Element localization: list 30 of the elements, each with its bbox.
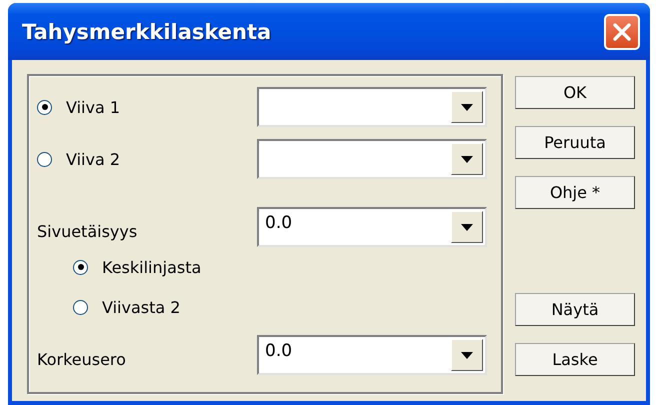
radio-button[interactable]	[37, 152, 52, 166]
dropdown-button[interactable]	[451, 91, 483, 123]
field-label: Sivuetäisyys	[37, 220, 138, 240]
dropdown-field[interactable]: 0.0	[257, 207, 487, 247]
dropdown-button[interactable]	[451, 211, 483, 243]
caret-icon	[461, 156, 473, 162]
dialog-button[interactable]: Ohje *	[515, 176, 635, 209]
radio-label: Viiva 2	[66, 150, 120, 168]
close-button[interactable]	[604, 14, 640, 50]
dropdown-field[interactable]	[257, 139, 487, 179]
dropdown-button[interactable]	[451, 143, 483, 175]
caret-icon	[461, 104, 473, 110]
dialog-button[interactable]: Laske	[515, 343, 635, 376]
radio-button[interactable]	[37, 100, 52, 114]
field-label: Korkeusero	[37, 348, 127, 368]
caret-icon	[461, 224, 473, 230]
window-title: Tahysmerkkilaskenta	[22, 20, 272, 44]
dropdown-field[interactable]: 0.0	[257, 335, 487, 375]
caret-icon	[461, 352, 473, 358]
radio-label: Viivasta 2	[102, 298, 180, 316]
dialog-button[interactable]: Peruuta	[515, 126, 635, 159]
dialog-button[interactable]: OK	[515, 76, 635, 109]
radio-button[interactable]	[73, 300, 88, 314]
radio-label: Keskilinjasta	[102, 258, 202, 276]
dialog-button[interactable]: Näytä	[515, 293, 635, 326]
radio-label: Viiva 1	[66, 98, 120, 116]
radio-button[interactable]	[73, 260, 88, 274]
dropdown-field[interactable]	[257, 87, 487, 127]
close-icon	[612, 22, 632, 42]
dropdown-button[interactable]	[451, 339, 483, 371]
